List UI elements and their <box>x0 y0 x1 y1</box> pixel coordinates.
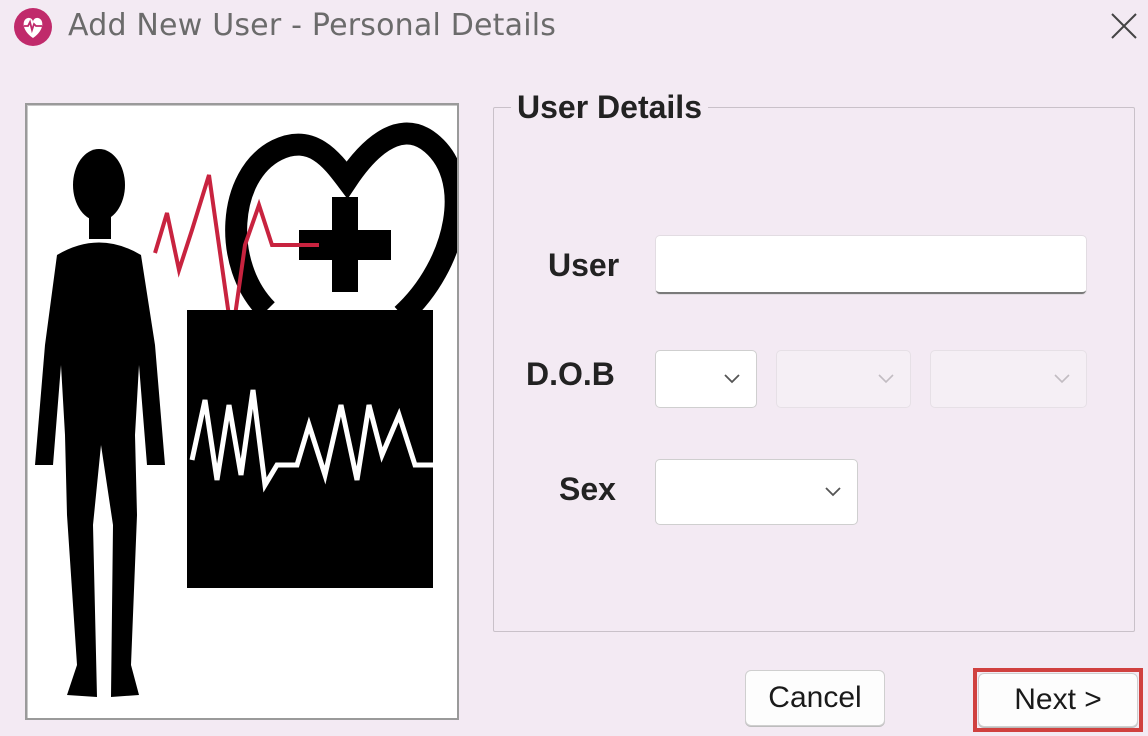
health-illustration <box>35 122 457 697</box>
chevron-down-icon <box>724 374 740 384</box>
chevron-down-icon <box>1054 374 1070 384</box>
next-button-highlight <box>973 668 1143 732</box>
sex-dropdown[interactable] <box>655 459 858 525</box>
close-icon[interactable] <box>1102 4 1146 48</box>
illustration-panel <box>25 103 459 720</box>
chevron-down-icon <box>878 374 894 384</box>
chevron-down-icon <box>825 487 841 497</box>
groupbox-title: User Details <box>511 89 708 126</box>
dob-year-dropdown <box>930 350 1087 408</box>
heart-app-icon <box>14 8 52 46</box>
dob-month-dropdown <box>776 350 911 408</box>
cancel-button[interactable]: Cancel <box>745 670 885 726</box>
title-bar: Add New User - Personal Details <box>0 0 1148 52</box>
dob-day-dropdown[interactable] <box>655 350 757 408</box>
user-input[interactable] <box>656 236 1086 294</box>
user-label: User <box>548 247 620 283</box>
sex-label: Sex <box>559 471 616 507</box>
window-title: Add New User - Personal Details <box>68 8 557 43</box>
dob-label: D.O.B <box>526 356 615 392</box>
